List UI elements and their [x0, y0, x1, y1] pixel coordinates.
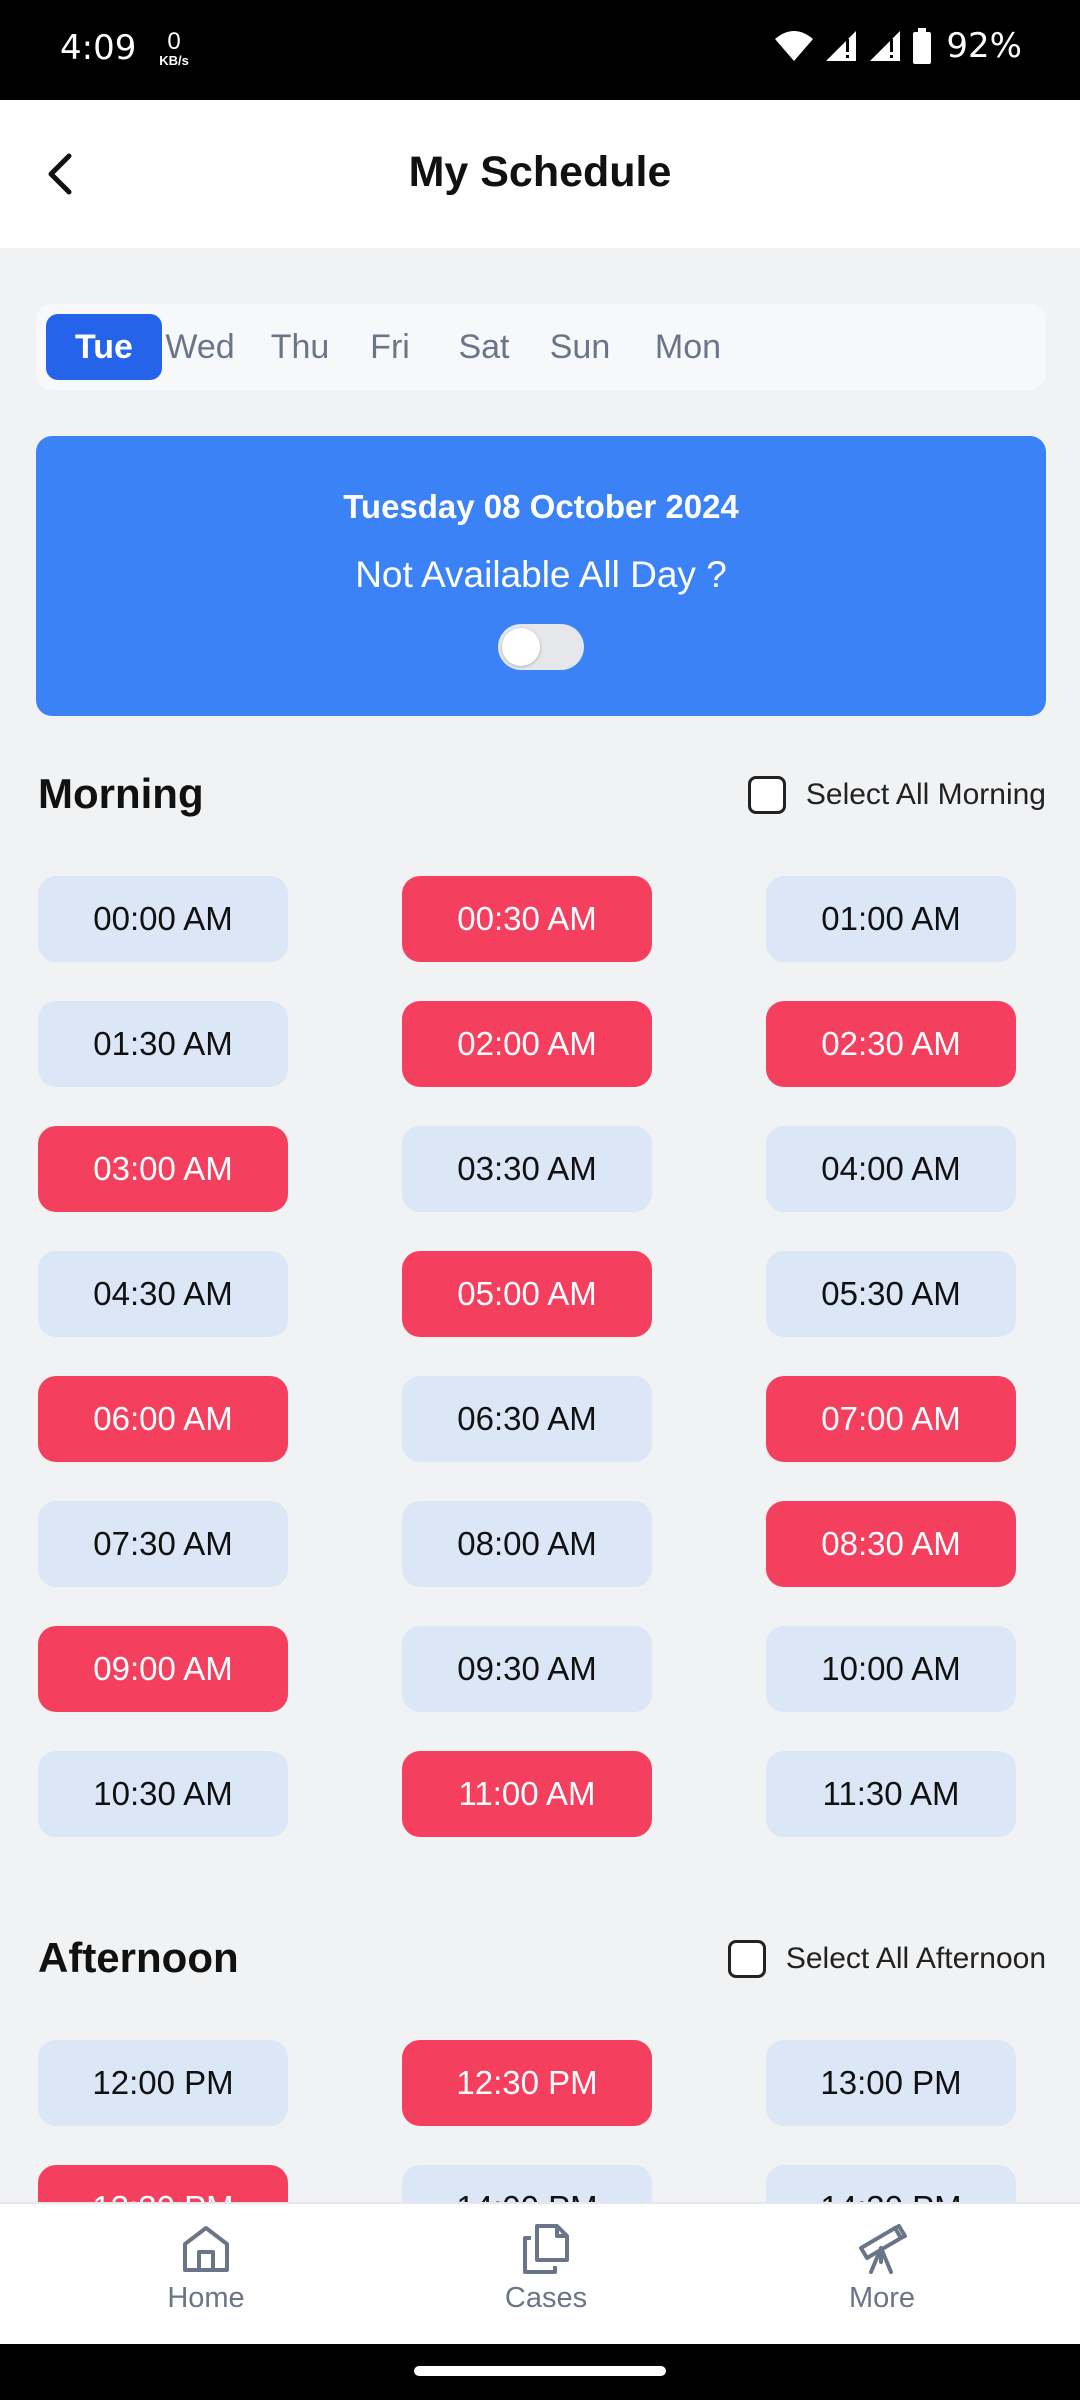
time-slot[interactable]: 11:00 AM [402, 1751, 652, 1837]
morning-slots: 00:00 AM 00:30 AM 01:00 AM 01:30 AM 02:00 AM… [38, 876, 1018, 1844]
day-tab-fri[interactable]: Fri [352, 314, 428, 380]
signal-icon [870, 31, 901, 61]
time-slot[interactable]: 00:00 AM [38, 876, 288, 962]
page-title: My Schedule [408, 148, 672, 196]
not-available-toggle[interactable] [498, 624, 584, 670]
day-tab-wed[interactable]: Wed [154, 314, 246, 380]
nav-home[interactable]: Home [106, 2222, 306, 2315]
time-slot[interactable]: 06:30 AM [402, 1376, 652, 1462]
time-slot[interactable]: 07:00 AM [766, 1376, 1016, 1462]
time-slot[interactable]: 04:30 AM [38, 1251, 288, 1337]
select-all-afternoon[interactable]: Select All Afternoon [727, 1940, 1046, 1978]
cases-icon [523, 2224, 569, 2274]
select-all-afternoon-checkbox[interactable] [727, 1940, 766, 1978]
availability-card: Tuesday 08 October 2024 Not Available Al… [36, 436, 1046, 716]
status-bar: 4:09 0 KB/s 92% [0, 0, 1080, 100]
morning-title: Morning [38, 770, 204, 817]
time-slot[interactable]: 02:00 AM [402, 1001, 652, 1087]
not-available-label: Not Available All Day ? [355, 554, 727, 595]
afternoon-slots: 12:00 PM 12:30 PM 13:00 PM 13:30 PM 14:00 PM… [38, 2040, 1018, 2202]
select-all-morning[interactable]: Select All Morning [747, 776, 1046, 814]
time-slot[interactable]: 12:00 PM [38, 2040, 288, 2126]
time-slot[interactable]: 10:30 AM [38, 1751, 288, 1837]
nav-more[interactable]: More [782, 2222, 982, 2315]
home-gesture-pill[interactable] [414, 2366, 666, 2376]
time-slot[interactable]: 09:30 AM [402, 1626, 652, 1712]
time-slot[interactable]: 03:30 AM [402, 1126, 652, 1212]
time-slot[interactable]: 00:30 AM [402, 876, 652, 962]
time-slot[interactable]: 14:30 PM [766, 2165, 1016, 2202]
time-slot[interactable]: 07:30 AM [38, 1501, 288, 1587]
time-slot[interactable]: 06:00 AM [38, 1376, 288, 1462]
time-slot[interactable]: 14:00 PM [402, 2165, 652, 2202]
nav-more-label: More [848, 2282, 916, 2314]
select-all-morning-checkbox[interactable] [747, 776, 786, 814]
day-tab-mon[interactable]: Mon [634, 314, 742, 380]
selected-date: Tuesday 08 October 2024 [343, 488, 739, 525]
time-slot[interactable]: 08:00 AM [402, 1501, 652, 1587]
bottom-nav: Home Cases More [0, 2202, 1080, 2344]
battery-icon [913, 28, 932, 64]
day-tab-sat[interactable]: Sat [436, 314, 532, 380]
afternoon-title: Afternoon [38, 1934, 239, 1981]
time-slot[interactable]: 05:30 AM [766, 1251, 1016, 1337]
network-speed-value: 0 [167, 28, 181, 55]
telescope-icon [859, 2224, 907, 2274]
signal-icon [826, 31, 857, 61]
time-slot[interactable]: 09:00 AM [38, 1626, 288, 1712]
gesture-bar [0, 2344, 1080, 2400]
time-slot[interactable]: 04:00 AM [766, 1126, 1016, 1212]
day-tab-tue[interactable]: Tue [46, 314, 162, 380]
battery-percent: 92% [946, 26, 1022, 66]
time-slot[interactable]: 01:30 AM [38, 1001, 288, 1087]
time-slot[interactable]: 10:00 AM [766, 1626, 1016, 1712]
time-slot[interactable]: 01:00 AM [766, 876, 1016, 962]
time-slot[interactable]: 11:30 AM [766, 1751, 1016, 1837]
time-slot[interactable]: 03:00 AM [38, 1126, 288, 1212]
time-slot[interactable]: 12:30 PM [402, 2040, 652, 2126]
day-tab-sun[interactable]: Sun [534, 314, 626, 380]
time-slot[interactable]: 08:30 AM [766, 1501, 1016, 1587]
time-slot[interactable]: 13:00 PM [766, 2040, 1016, 2126]
wifi-icon [775, 31, 814, 61]
toggle-knob [502, 628, 540, 666]
app-header: My Schedule [0, 100, 1080, 248]
nav-cases-label: Cases [504, 2282, 588, 2314]
time-slot[interactable]: 13:30 PM [38, 2165, 288, 2202]
network-speed-unit: KB/s [159, 53, 189, 68]
nav-cases[interactable]: Cases [446, 2222, 646, 2315]
select-all-morning-label: Select All Morning [805, 778, 1046, 811]
select-all-afternoon-label: Select All Afternoon [785, 1942, 1046, 1975]
time-slot[interactable]: 02:30 AM [766, 1001, 1016, 1087]
day-tabs: Tue Wed Thu Fri Sat Sun Mon [36, 304, 1046, 390]
nav-home-label: Home [167, 2282, 245, 2314]
time-slot[interactable]: 05:00 AM [402, 1251, 652, 1337]
network-speed: 0 KB/s [154, 28, 194, 68]
day-tab-thu[interactable]: Thu [254, 314, 346, 380]
status-icons: 92% [774, 26, 1022, 66]
status-time: 4:09 [60, 28, 137, 68]
home-icon [183, 2226, 229, 2272]
